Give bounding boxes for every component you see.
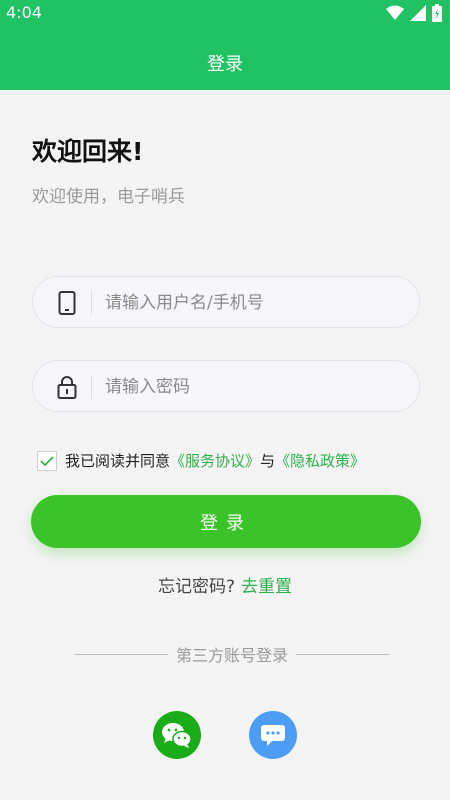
forgot-password-row: 忘记密码? 去重置 (0, 572, 450, 597)
sms-icon (261, 725, 285, 746)
third-party-divider: 第三方账号登录 (74, 642, 391, 666)
sms-login-button[interactable] (249, 711, 297, 759)
reset-password-link[interactable]: 去重置 (241, 577, 292, 597)
page-title: 登录 (207, 54, 243, 75)
agreement-conjunction: 与 (260, 452, 276, 470)
username-field[interactable] (32, 276, 420, 328)
privacy-policy-link[interactable]: 《隐私政策》 (275, 450, 365, 471)
username-input[interactable] (105, 289, 405, 317)
phone-icon (55, 290, 79, 316)
status-time: 4:04 (6, 3, 42, 22)
app-bar: 4:04 登录 (0, 0, 450, 90)
password-field[interactable] (32, 360, 420, 412)
forgot-password-text: 忘记密码? (157, 577, 236, 597)
field-divider (91, 375, 92, 399)
signal-icon (410, 5, 426, 21)
welcome-title: 欢迎回来! (32, 137, 144, 166)
wechat-login-button[interactable] (153, 711, 201, 759)
wechat-icon (162, 723, 192, 748)
service-agreement-link[interactable]: 《服务协议》 (170, 450, 260, 471)
agreement-checkbox[interactable] (37, 450, 57, 471)
battery-icon (432, 4, 442, 22)
third-party-title: 第三方账号登录 (176, 646, 289, 665)
login-button[interactable]: 登录 (31, 495, 421, 548)
lock-icon (55, 374, 79, 400)
agreement-text: 我已阅读并同意 (65, 452, 171, 470)
status-icons (386, 4, 442, 22)
check-icon (40, 455, 54, 466)
field-divider (91, 291, 92, 315)
divider-line (296, 653, 391, 655)
agreement-row: 我已阅读并同意 《服务协议》 与 《隐私政策》 (37, 450, 365, 471)
welcome-subtitle: 欢迎使用，电子哨兵 (32, 187, 185, 207)
wifi-icon (386, 5, 404, 20)
divider-line (74, 653, 168, 655)
password-input[interactable] (105, 373, 405, 401)
status-bar: 4:04 (0, 0, 450, 26)
